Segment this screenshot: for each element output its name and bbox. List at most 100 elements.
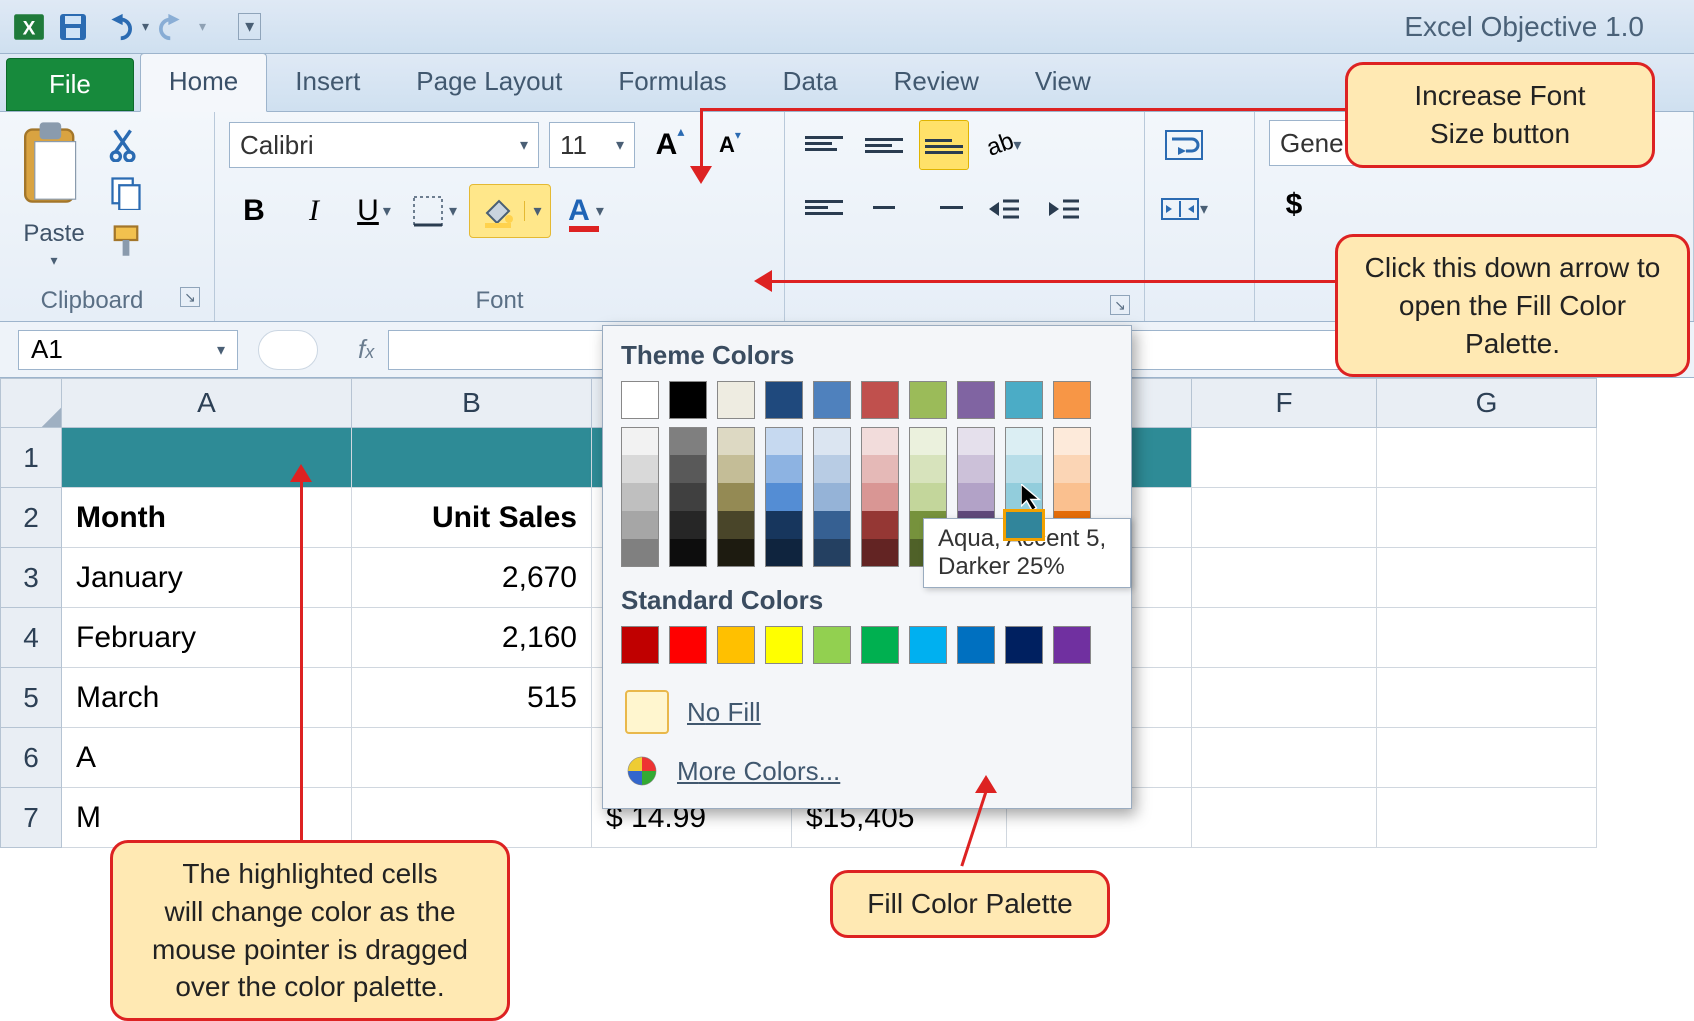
cell-G3[interactable] — [1377, 548, 1597, 608]
fill-color-button[interactable]: ▾ — [469, 184, 551, 238]
color-swatch[interactable] — [717, 511, 755, 539]
cell-F7[interactable] — [1192, 788, 1377, 848]
fill-color-dropdown-icon[interactable]: ▾ — [524, 201, 550, 221]
cell-G1[interactable] — [1377, 428, 1597, 488]
cell-B5[interactable]: 515 — [352, 668, 592, 728]
cell-G7[interactable] — [1377, 788, 1597, 848]
cell-G5[interactable] — [1377, 668, 1597, 728]
color-swatch[interactable] — [1005, 427, 1043, 455]
qat-customize-icon[interactable]: ▾ — [238, 13, 261, 40]
color-swatch[interactable] — [669, 511, 707, 539]
cell-F2[interactable] — [1192, 488, 1377, 548]
color-swatch[interactable] — [1053, 626, 1091, 664]
align-top-button[interactable] — [799, 120, 849, 170]
color-swatch[interactable] — [861, 381, 899, 419]
color-swatch[interactable] — [621, 626, 659, 664]
color-swatch[interactable] — [621, 539, 659, 567]
font-color-button[interactable]: A ▾ — [561, 186, 611, 236]
col-header-F[interactable]: F — [1192, 378, 1377, 428]
cell-G2[interactable] — [1377, 488, 1597, 548]
color-swatch[interactable] — [909, 381, 947, 419]
color-swatch[interactable] — [717, 427, 755, 455]
row-header-7[interactable]: 7 — [0, 788, 62, 848]
tab-page-layout[interactable]: Page Layout — [388, 54, 590, 111]
color-swatch[interactable] — [957, 381, 995, 419]
color-swatch[interactable] — [621, 381, 659, 419]
redo-icon[interactable] — [155, 8, 193, 46]
col-header-B[interactable]: B — [352, 378, 592, 428]
color-swatch[interactable] — [1005, 511, 1043, 539]
bold-button[interactable]: B — [229, 186, 279, 236]
more-colors-option[interactable]: More Colors... — [621, 744, 1113, 798]
row-header-6[interactable]: 6 — [0, 728, 62, 788]
color-swatch[interactable] — [813, 626, 851, 664]
row-header-3[interactable]: 3 — [0, 548, 62, 608]
color-swatch[interactable] — [1053, 427, 1091, 455]
color-swatch[interactable] — [861, 511, 899, 539]
cell-B3[interactable]: 2,670 — [352, 548, 592, 608]
save-icon[interactable] — [54, 8, 92, 46]
row-header-5[interactable]: 5 — [0, 668, 62, 728]
color-swatch[interactable] — [669, 381, 707, 419]
color-swatch[interactable] — [813, 381, 851, 419]
color-swatch[interactable] — [1053, 381, 1091, 419]
color-swatch[interactable] — [717, 455, 755, 483]
align-left-button[interactable] — [799, 184, 849, 234]
color-swatch[interactable] — [717, 381, 755, 419]
color-swatch[interactable] — [957, 455, 995, 483]
color-swatch[interactable] — [765, 511, 803, 539]
undo-icon[interactable] — [98, 8, 136, 46]
row-header-1[interactable]: 1 — [0, 428, 62, 488]
tab-home[interactable]: Home — [140, 53, 267, 112]
paste-dropdown-icon[interactable]: ▾ — [50, 252, 57, 269]
color-swatch[interactable] — [909, 455, 947, 483]
cell-A7[interactable]: M — [62, 788, 352, 848]
color-swatch[interactable] — [717, 539, 755, 567]
color-swatch[interactable] — [909, 626, 947, 664]
cell-A2[interactable]: Month — [62, 488, 352, 548]
color-swatch[interactable] — [861, 483, 899, 511]
row-header-4[interactable]: 4 — [0, 608, 62, 668]
color-swatch[interactable] — [957, 483, 995, 511]
orientation-button[interactable]: ab▾ — [979, 120, 1029, 170]
qat-dropdown2-icon[interactable]: ▾ — [199, 18, 206, 35]
row-header-2[interactable]: 2 — [0, 488, 62, 548]
cell-A5[interactable]: March — [62, 668, 352, 728]
alignment-launcher-icon[interactable]: ↘ — [1110, 295, 1130, 315]
color-swatch[interactable] — [621, 483, 659, 511]
tab-review[interactable]: Review — [866, 54, 1007, 111]
color-swatch[interactable] — [861, 455, 899, 483]
color-swatch[interactable] — [765, 626, 803, 664]
cell-B7[interactable] — [352, 788, 592, 848]
col-header-G[interactable]: G — [1377, 378, 1597, 428]
color-swatch[interactable] — [765, 483, 803, 511]
color-swatch[interactable] — [621, 511, 659, 539]
name-box[interactable]: A1 ▾ — [18, 330, 238, 370]
color-swatch[interactable] — [813, 455, 851, 483]
tab-data[interactable]: Data — [755, 54, 866, 111]
wrap-text-button[interactable] — [1159, 120, 1209, 170]
underline-button[interactable]: U▾ — [349, 186, 399, 236]
cell-A4[interactable]: February — [62, 608, 352, 668]
color-swatch[interactable] — [669, 539, 707, 567]
color-swatch[interactable] — [717, 483, 755, 511]
borders-button[interactable]: ▾ — [409, 186, 459, 236]
align-center-button[interactable] — [859, 184, 909, 234]
tab-formulas[interactable]: Formulas — [590, 54, 754, 111]
color-swatch[interactable] — [1053, 483, 1091, 511]
color-swatch[interactable] — [669, 427, 707, 455]
cell-F5[interactable] — [1192, 668, 1377, 728]
cell-B2[interactable]: Unit Sales — [352, 488, 592, 548]
color-swatch[interactable] — [861, 539, 899, 567]
no-fill-option[interactable]: No Fill — [621, 680, 1113, 744]
cell-F4[interactable] — [1192, 608, 1377, 668]
tab-file[interactable]: File — [6, 58, 134, 111]
increase-font-size-button[interactable]: A▴ — [645, 120, 695, 170]
currency-button[interactable]: $ — [1269, 180, 1319, 230]
color-swatch[interactable] — [813, 511, 851, 539]
decrease-indent-button[interactable] — [979, 184, 1029, 234]
fx-icon[interactable]: fx — [358, 334, 374, 365]
color-swatch[interactable] — [813, 427, 851, 455]
italic-button[interactable]: I — [289, 186, 339, 236]
color-swatch[interactable] — [621, 427, 659, 455]
